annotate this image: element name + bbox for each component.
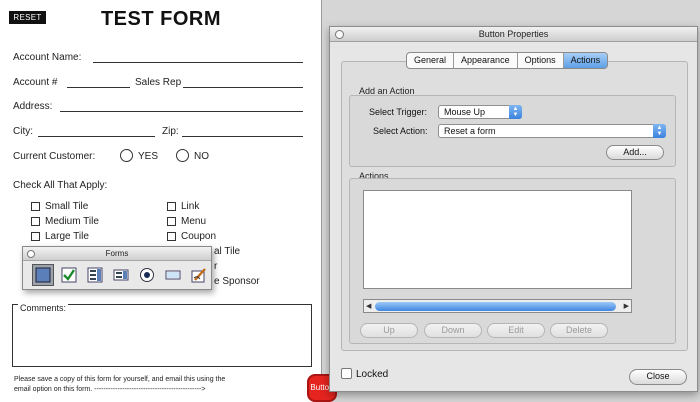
check-all-label: Check All That Apply: xyxy=(13,180,108,191)
large-tile-label: Large Tile xyxy=(45,231,89,242)
no-radio[interactable] xyxy=(176,149,189,162)
save-note-line2: email option on this form. -------------… xyxy=(14,386,206,393)
tab-bar: General Appearance Options Actions xyxy=(406,52,609,69)
coupon-label: Coupon xyxy=(181,231,217,242)
form-title: TEST FORM xyxy=(100,8,222,30)
dialog-titlebar[interactable]: Button Properties xyxy=(330,27,697,42)
signature-tool-icon[interactable] xyxy=(188,264,210,286)
list-box-tool-icon[interactable] xyxy=(110,264,132,286)
partial-label-tile: al Tile xyxy=(214,246,241,257)
checkbox-tool-icon[interactable] xyxy=(58,264,80,286)
button-tool-icon[interactable] xyxy=(32,264,54,286)
small-tile-label: Small Tile xyxy=(45,201,89,212)
menu-checkbox[interactable] xyxy=(167,217,176,226)
forms-palette-titlebar[interactable]: Forms xyxy=(23,247,211,261)
actions-panel xyxy=(341,61,688,351)
menu-label: Menu xyxy=(181,216,207,227)
sales-rep-label: Sales Rep xyxy=(135,77,182,88)
tab-appearance[interactable]: Appearance xyxy=(454,53,518,68)
link-label: Link xyxy=(181,201,200,212)
save-note-line1: Please save a copy of this form for your… xyxy=(14,376,226,383)
comments-label: Comments: xyxy=(18,303,69,313)
no-label: NO xyxy=(194,151,209,162)
sales-rep-field[interactable] xyxy=(183,87,303,88)
account-number-field[interactable] xyxy=(67,87,130,88)
tab-actions[interactable]: Actions xyxy=(563,53,608,68)
tab-options[interactable]: Options xyxy=(518,53,564,68)
zip-label: Zip: xyxy=(162,126,179,137)
forms-palette: Forms xyxy=(22,246,212,290)
small-tile-checkbox[interactable] xyxy=(31,202,40,211)
text-field-tool-icon[interactable] xyxy=(162,264,184,286)
zip-field[interactable] xyxy=(182,136,303,137)
medium-tile-checkbox[interactable] xyxy=(31,217,40,226)
medium-tile-label: Medium Tile xyxy=(45,216,99,227)
forms-palette-close-icon[interactable] xyxy=(27,250,35,258)
city-label: City: xyxy=(13,126,33,137)
address-label: Address: xyxy=(13,101,53,112)
tab-general[interactable]: General xyxy=(407,53,455,68)
account-number-label: Account # xyxy=(13,77,58,88)
coupon-checkbox[interactable] xyxy=(167,232,176,241)
comments-field[interactable]: Comments: xyxy=(12,303,312,367)
button-properties-dialog: Button Properties General Appearance Opt… xyxy=(329,26,698,392)
partial-label-sponsor: e Sponsor xyxy=(214,276,260,287)
address-field[interactable] xyxy=(60,111,303,112)
combo-box-tool-icon[interactable] xyxy=(84,264,106,286)
partial-label-r: r xyxy=(214,261,218,272)
yes-label: YES xyxy=(138,151,159,162)
account-name-field[interactable] xyxy=(93,62,303,63)
account-name-label: Account Name: xyxy=(13,52,82,63)
test-form-document: RESET TEST FORM Account Name: Account # … xyxy=(0,0,322,402)
large-tile-checkbox[interactable] xyxy=(31,232,40,241)
yes-radio[interactable] xyxy=(120,149,133,162)
current-customer-label: Current Customer: xyxy=(13,151,96,162)
city-field[interactable] xyxy=(38,136,155,137)
link-checkbox[interactable] xyxy=(167,202,176,211)
dialog-close-icon[interactable] xyxy=(335,30,344,39)
radio-button-tool-icon[interactable] xyxy=(136,264,158,286)
forms-palette-title: Forms xyxy=(105,249,129,258)
dialog-title: Button Properties xyxy=(478,29,549,39)
